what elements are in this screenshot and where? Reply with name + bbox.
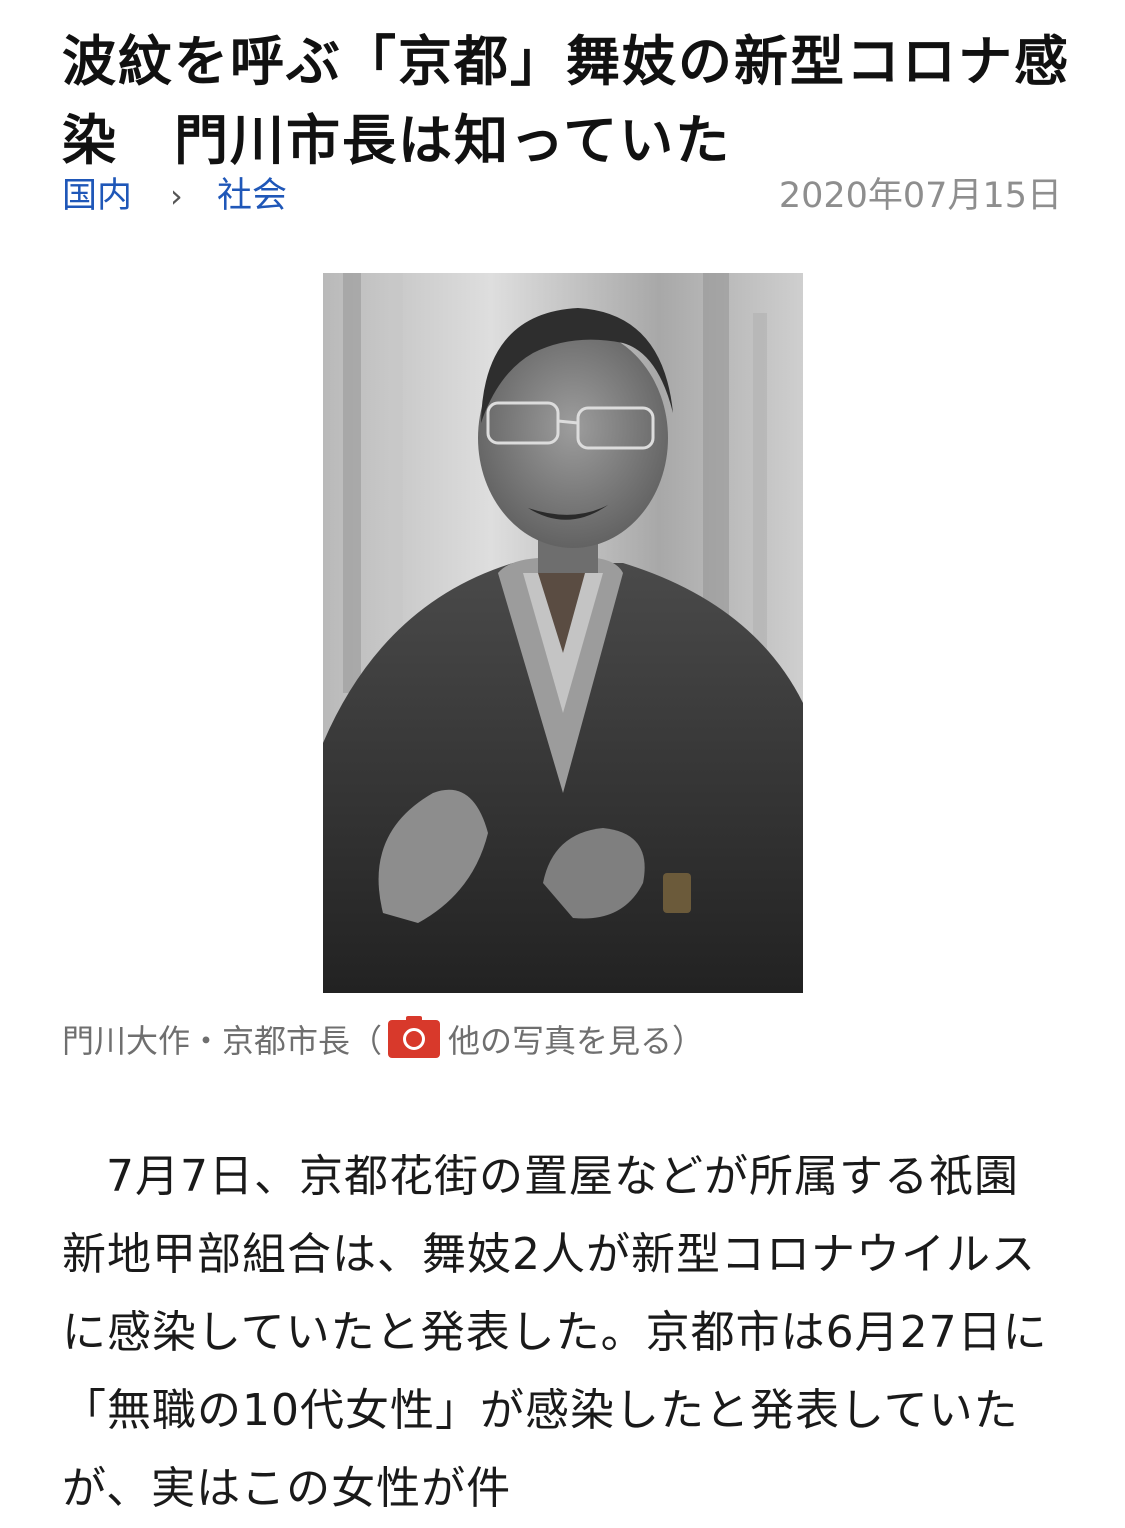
article-meta: 国内 › 社会 2020年07月15日 xyxy=(62,172,1062,220)
caption-close: ） xyxy=(672,1022,705,1060)
article-body: 7月7日、京都花街の置屋などが所属する祇園新地甲部組合は、舞妓2人が新型コロナウ… xyxy=(62,1151,1048,1514)
article-headline: 波紋を呼ぶ「京都」舞妓の新型コロナ感染 門川市長は知っていた xyxy=(62,30,1070,172)
chevron-right-icon: › xyxy=(170,177,183,215)
breadcrumb-society-link[interactable]: 社会 xyxy=(217,172,287,220)
breadcrumb-domestic-link[interactable]: 国内 xyxy=(62,172,132,220)
publish-date: 2020年07月15日 xyxy=(778,176,1062,216)
article-container: 波紋を呼ぶ「京都」舞妓の新型コロナ感染 門川市長は知っていた 国内 › 社会 2… xyxy=(0,0,1125,1514)
camera-icon[interactable] xyxy=(388,1016,441,1058)
caption-text: 門川大作・京都市長（ xyxy=(62,1022,383,1060)
article-photo[interactable] xyxy=(323,273,803,993)
photo-caption: 門川大作・京都市長（ 他の写真を見る） xyxy=(62,1016,704,1062)
more-photos-link[interactable]: 他の写真を見る xyxy=(448,1022,672,1060)
